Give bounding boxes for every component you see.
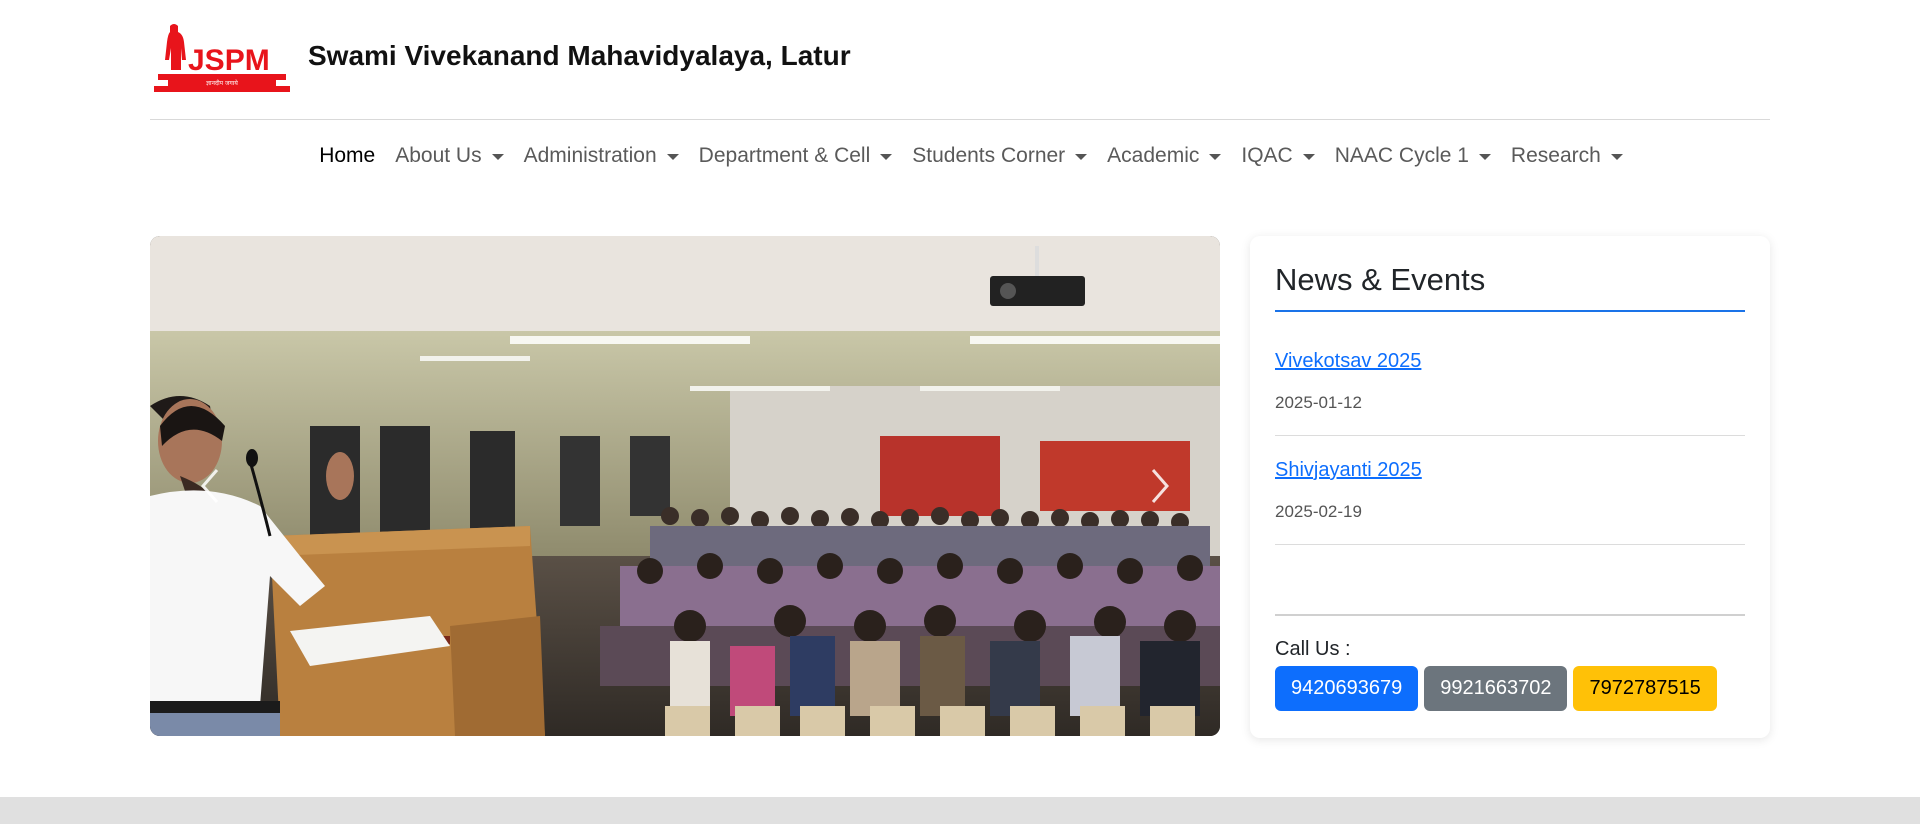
nav-item-label: Academic [1107, 144, 1200, 167]
caret-down-icon [880, 154, 893, 160]
nav-item-iqac[interactable]: IQAC [1231, 138, 1324, 174]
hero-carousel[interactable] [150, 236, 1220, 736]
call-us-label: Call Us : [1275, 638, 1351, 660]
carousel-prev-button[interactable] [150, 236, 270, 736]
news-item-date: 2025-01-12 [1275, 393, 1362, 412]
caret-down-icon [491, 154, 504, 160]
nav-item-academic[interactable]: Academic [1097, 138, 1231, 174]
nav-item-home[interactable]: Home [309, 138, 385, 174]
news-item-link[interactable]: Shivjayanti 2025 [1275, 459, 1422, 482]
nav-item-label: Research [1510, 144, 1601, 167]
caret-down-icon [1209, 154, 1222, 160]
news-item: Vivekotsav 2025 2025-01-12 [1275, 350, 1745, 413]
site-title: Swami Vivekanand Mahavidyalaya, Latur [308, 40, 851, 71]
nav-item-naac-cycle-1[interactable]: NAAC Cycle 1 [1325, 138, 1501, 174]
nav-item-label: NAAC Cycle 1 [1334, 144, 1469, 167]
chevron-left-icon [201, 469, 219, 503]
nav-item-research[interactable]: Research [1501, 138, 1633, 174]
news-item-date: 2025-02-19 [1275, 502, 1362, 521]
footer-strip [0, 797, 1920, 824]
caret-down-icon [666, 154, 679, 160]
news-divider [1275, 435, 1745, 436]
logo-subtext: ज्ञानदीप जगाये [206, 79, 238, 87]
chevron-right-icon [1151, 469, 1169, 503]
phone-button-2[interactable]: 9921663702 [1424, 666, 1568, 711]
nav-item-label: Students Corner [912, 144, 1066, 167]
main-nav: Home About Us Administration Department … [0, 138, 1920, 174]
caret-down-icon [1478, 154, 1491, 160]
news-item-link[interactable]: Vivekotsav 2025 [1275, 350, 1421, 373]
nav-item-label: About Us [395, 144, 482, 167]
news-title-underline [1275, 310, 1745, 312]
carousel-next-button[interactable] [1100, 236, 1220, 736]
news-divider [1275, 544, 1745, 545]
nav-item-students-corner[interactable]: Students Corner [902, 138, 1097, 174]
phone-button-1[interactable]: 9420693679 [1275, 666, 1419, 711]
news-item: Shivjayanti 2025 2025-02-19 [1275, 459, 1745, 522]
news-title: News & Events [1275, 262, 1486, 297]
header-divider [150, 119, 1770, 120]
nav-item-label: Administration [523, 144, 657, 167]
nav-item-department-cell[interactable]: Department & Cell [689, 138, 903, 174]
nav-item-label: Home [319, 144, 376, 167]
caret-down-icon [1610, 154, 1623, 160]
caret-down-icon [1302, 154, 1315, 160]
phone-buttons: 9420693679 9921663702 7972787515 [1275, 666, 1717, 711]
call-section-divider [1275, 614, 1745, 616]
caret-down-icon [1075, 154, 1088, 160]
site-header: JSPM ज्ञानदीप जगाये Swami Vivekanand Mah… [150, 20, 851, 96]
logo-text: JSPM [188, 44, 270, 77]
nav-list: Home About Us Administration Department … [287, 138, 1633, 174]
nav-item-about-us[interactable]: About Us [385, 138, 513, 174]
phone-button-3[interactable]: 7972787515 [1573, 666, 1717, 711]
nav-item-label: Department & Cell [698, 144, 871, 167]
carousel-slide-image [150, 236, 1220, 736]
jspm-logo[interactable]: JSPM ज्ञानदीप जगाये [150, 20, 294, 96]
nav-item-label: IQAC [1241, 144, 1293, 167]
nav-item-administration[interactable]: Administration [514, 138, 689, 174]
news-events-panel: News & Events Vivekotsav 2025 2025-01-12… [1250, 236, 1770, 738]
